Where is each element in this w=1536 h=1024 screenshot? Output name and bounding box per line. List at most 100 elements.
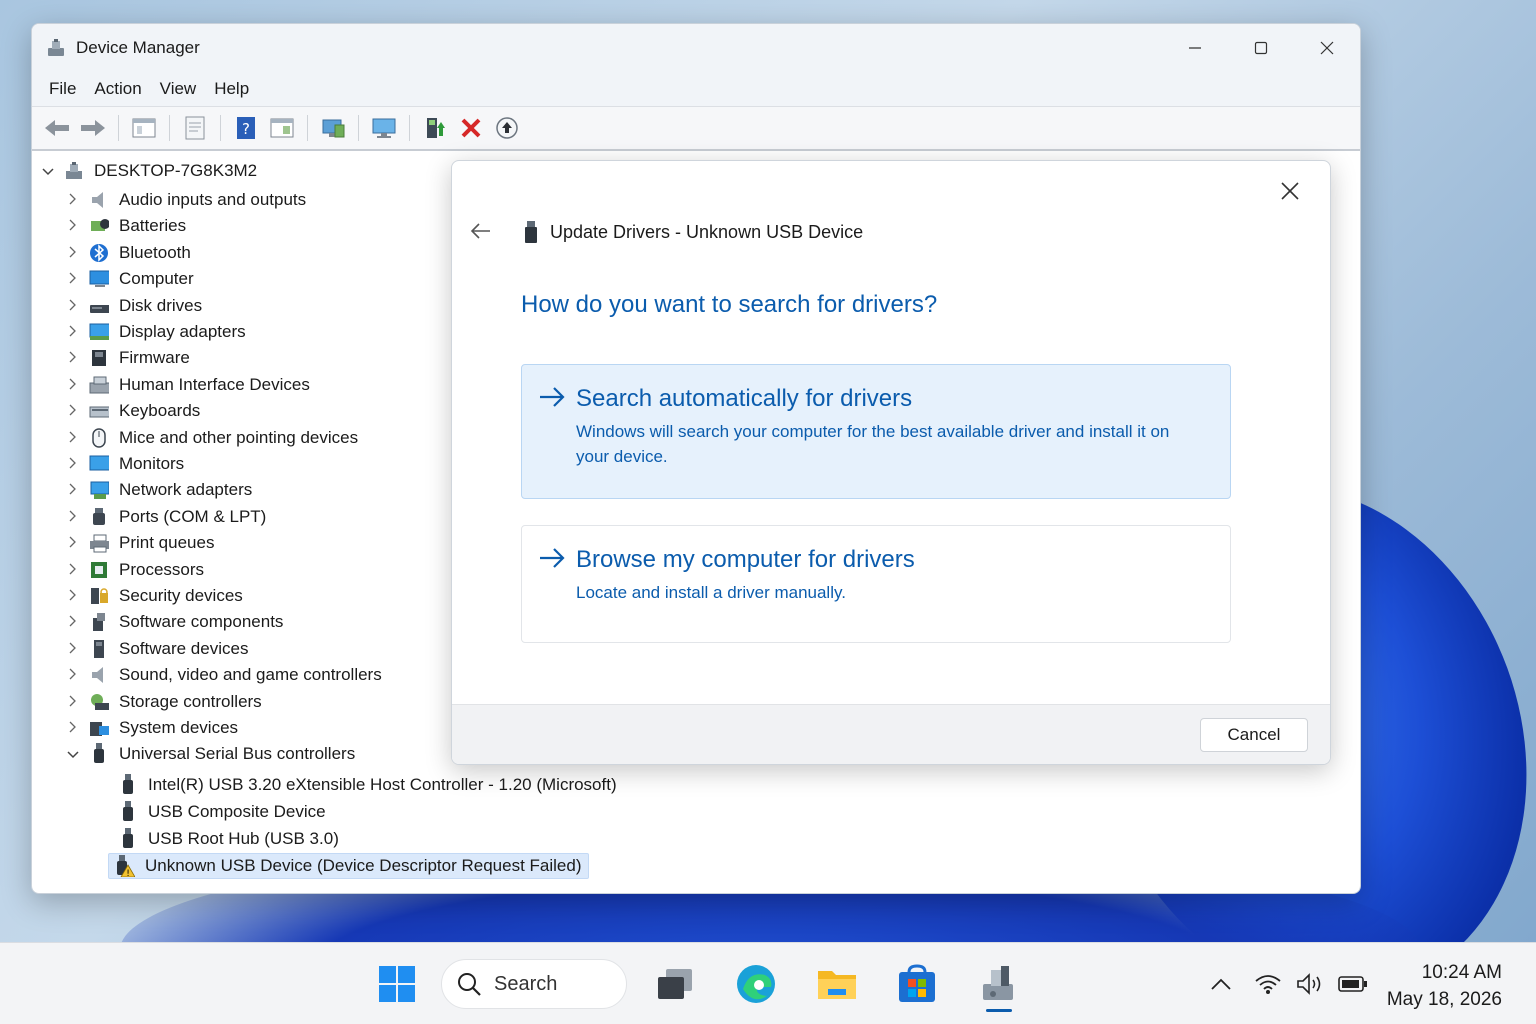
tree-root-computer[interactable]: DESKTOP-7G8K3M2 [38, 158, 257, 184]
tree-category[interactable]: Monitors [63, 451, 184, 477]
tree-usb-device[interactable]: USB Root Hub (USB 3.0) [112, 826, 339, 852]
show-hide-console-button[interactable] [127, 112, 161, 144]
tree-category[interactable]: Software devices [63, 636, 248, 662]
chevron-right-icon[interactable] [63, 457, 83, 472]
tree-item-label: Batteries [119, 216, 187, 235]
chevron-right-icon[interactable] [63, 615, 83, 630]
tree-category[interactable]: Print queues [63, 530, 214, 556]
taskbar: Search 10:24 AM May 18, 2026 [0, 942, 1536, 1024]
tree-item-label: DESKTOP-7G8K3M2 [94, 161, 258, 180]
tree-category[interactable]: Human Interface Devices [63, 372, 310, 398]
option-description: Windows will search your computer for th… [576, 422, 1170, 466]
battery-button[interactable] [1338, 969, 1368, 999]
uninstall-device-button[interactable] [454, 112, 488, 144]
tree-category[interactable]: Display adapters [63, 319, 246, 345]
tree-category[interactable]: Disk drives [63, 293, 202, 319]
dialog-close-button[interactable] [1274, 175, 1306, 207]
tree-item-label: Monitors [119, 454, 185, 473]
close-window-button[interactable] [1294, 24, 1360, 71]
chevron-right-icon[interactable] [63, 589, 83, 604]
tree-category[interactable]: Firmware [63, 345, 190, 371]
tree-category[interactable]: Ports (COM & LPT) [63, 504, 266, 530]
properties-button[interactable] [178, 112, 212, 144]
search-automatically-option[interactable]: Search automatically for drivers Windows… [521, 364, 1231, 499]
chevron-right-icon[interactable] [63, 404, 83, 419]
dialog-back-button[interactable] [470, 219, 494, 245]
tree-category[interactable]: Processors [63, 557, 204, 583]
menu-file[interactable]: File [40, 79, 85, 99]
chevron-right-icon[interactable] [63, 219, 83, 234]
tree-category[interactable]: Computer [63, 266, 194, 292]
chevron-down-icon[interactable] [38, 164, 58, 179]
chevron-right-icon[interactable] [63, 721, 83, 736]
tree-usb-device[interactable]: Intel(R) USB 3.20 eXtensible Host Contro… [112, 772, 617, 798]
scan-hardware-changes-button[interactable] [316, 112, 350, 144]
tree-category[interactable]: Software components [63, 609, 283, 635]
task-view-button[interactable] [654, 963, 696, 1005]
device-manager-taskbar-button[interactable] [978, 963, 1020, 1005]
tree-item-label: Processors [119, 560, 205, 579]
taskbar-search[interactable]: Search [441, 959, 627, 1009]
chevron-right-icon[interactable] [63, 193, 83, 208]
chevron-right-icon[interactable] [63, 483, 83, 498]
tree-category[interactable]: Mice and other pointing devices [63, 425, 358, 451]
update-drivers-dialog[interactable]: Update Drivers - Unknown USB Device How … [451, 160, 1331, 765]
update-driver-button[interactable] [418, 112, 452, 144]
menu-help[interactable]: Help [205, 79, 258, 99]
chevron-right-icon[interactable] [63, 536, 83, 551]
chevron-right-icon[interactable] [63, 563, 83, 578]
chevron-right-icon[interactable] [63, 642, 83, 657]
chevron-down-icon[interactable] [63, 747, 83, 762]
chevron-right-icon[interactable] [63, 272, 83, 287]
chevron-right-icon[interactable] [63, 695, 83, 710]
chevron-right-icon[interactable] [63, 668, 83, 683]
title-bar[interactable]: Device Manager [32, 24, 1360, 71]
speaker-icon [89, 190, 109, 210]
cancel-button[interactable]: Cancel [1200, 718, 1308, 752]
wifi-button[interactable] [1254, 969, 1282, 999]
window-title: Device Manager [76, 37, 200, 57]
tree-category[interactable]: Security devices [63, 583, 243, 609]
maximize-button[interactable] [1228, 24, 1294, 71]
clock[interactable]: 10:24 AM May 18, 2026 [1387, 959, 1502, 1013]
tree-category[interactable]: Network adapters [63, 477, 252, 503]
tree-category[interactable]: Audio inputs and outputs [63, 187, 306, 213]
chevron-right-icon[interactable] [63, 246, 83, 261]
start-button[interactable] [376, 963, 418, 1005]
usb-icon [118, 774, 138, 795]
help-button[interactable]: ? [229, 112, 263, 144]
chevron-right-icon[interactable] [63, 299, 83, 314]
close-icon [1281, 182, 1299, 200]
tree-category[interactable]: Storage controllers [63, 689, 262, 715]
action-pane-button[interactable] [265, 112, 299, 144]
chevron-right-icon[interactable] [63, 510, 83, 525]
tree-item-unknown-usb-device[interactable]: ! Unknown USB Device (Device Descriptor R… [108, 853, 589, 879]
minimize-button[interactable] [1162, 24, 1228, 71]
menu-action[interactable]: Action [85, 79, 150, 99]
option-title: Browse my computer for drivers [576, 546, 915, 573]
computer-icon [64, 161, 84, 181]
battery-icon [1338, 976, 1367, 992]
tree-usb-device[interactable]: USB Composite Device [112, 799, 326, 825]
chevron-right-icon[interactable] [63, 431, 83, 446]
tree-category[interactable]: Bluetooth [63, 240, 191, 266]
tree-category[interactable]: Universal Serial Bus controllers [63, 741, 355, 767]
tree-category[interactable]: Keyboards [63, 398, 200, 424]
chevron-right-icon[interactable] [63, 351, 83, 366]
browse-computer-option[interactable]: Browse my computer for drivers Locate an… [521, 525, 1231, 643]
show-hidden-icons-button[interactable] [1208, 969, 1234, 999]
file-explorer-button[interactable] [816, 963, 858, 1005]
forward-button[interactable] [76, 112, 110, 144]
tree-category[interactable]: Batteries [63, 213, 186, 239]
chevron-right-icon[interactable] [63, 325, 83, 340]
volume-button[interactable] [1296, 969, 1326, 999]
display-device-button[interactable] [367, 112, 401, 144]
edge-button[interactable] [735, 963, 777, 1005]
back-button[interactable] [40, 112, 74, 144]
store-button[interactable] [896, 963, 938, 1005]
menu-view[interactable]: View [151, 79, 206, 99]
enable-device-button[interactable] [490, 112, 524, 144]
tree-category[interactable]: Sound, video and game controllers [63, 662, 382, 688]
tree-category[interactable]: System devices [63, 715, 238, 741]
chevron-right-icon[interactable] [63, 378, 83, 393]
